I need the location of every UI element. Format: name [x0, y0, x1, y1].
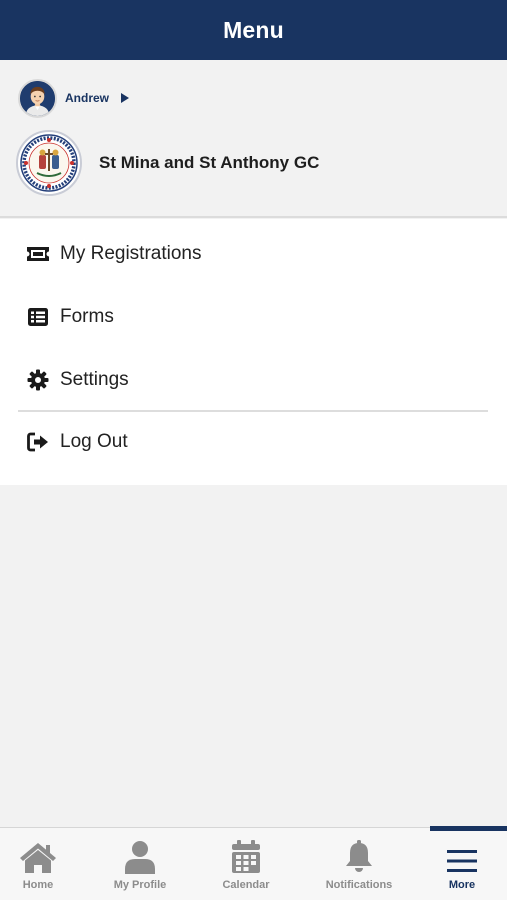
header-bar: Menu: [0, 0, 507, 60]
church-seal-icon: [20, 134, 78, 192]
menu-item-forms[interactable]: Forms: [0, 287, 507, 347]
tab-label: My Profile: [113, 879, 167, 891]
tab-label: Home: [22, 879, 54, 891]
menu-item-my-registrations[interactable]: My Registrations: [0, 224, 507, 284]
tab-my-profile[interactable]: My Profile: [100, 828, 180, 900]
organization-name: St Mina and St Anthony GC: [99, 153, 320, 172]
list-icon: [26, 305, 50, 329]
gear-icon: [26, 368, 50, 392]
bottom-tab-bar: Home My Profile Calendar Notifications M…: [0, 826, 507, 900]
tab-calendar[interactable]: Calendar: [210, 828, 282, 900]
ticket-icon: [26, 242, 50, 266]
caret-right-icon: [121, 93, 130, 103]
bell-icon: [340, 840, 378, 874]
organization-link[interactable]: St Mina and St Anthony GC: [16, 130, 319, 196]
user-icon: [121, 840, 159, 874]
tab-home[interactable]: Home: [6, 828, 70, 900]
tab-notifications[interactable]: Notifications: [319, 828, 399, 900]
menu-item-label: My Registrations: [60, 243, 202, 264]
avatar-illustration-icon: [20, 80, 55, 116]
menu-list: My Registrations Forms Settings Log Out: [0, 219, 507, 485]
page-title: Menu: [223, 16, 284, 43]
tab-label: Calendar: [222, 879, 270, 891]
menu-item-log-out[interactable]: Log Out: [0, 412, 507, 472]
tab-label: More: [448, 879, 476, 891]
user-profile-link[interactable]: Andrew: [18, 78, 130, 118]
tab-label: Notifications: [325, 879, 393, 891]
organization-logo: [16, 130, 82, 196]
menu-item-label: Forms: [60, 306, 114, 327]
menu-item-label: Log Out: [60, 431, 128, 452]
home-icon: [19, 840, 57, 874]
account-panel: Andrew St Mina and St Anthony GC: [0, 60, 507, 218]
tab-more[interactable]: More: [430, 828, 494, 900]
menu-item-label: Settings: [60, 369, 129, 390]
menu-item-settings[interactable]: Settings: [0, 350, 507, 410]
hamburger-icon: [443, 840, 481, 874]
user-name: Andrew: [65, 91, 110, 105]
sign-out-icon: [26, 430, 50, 454]
calendar-icon: [227, 840, 265, 874]
avatar: [18, 78, 57, 118]
app-root: Menu Andrew St Mina and St Anthony GC My…: [0, 0, 507, 900]
